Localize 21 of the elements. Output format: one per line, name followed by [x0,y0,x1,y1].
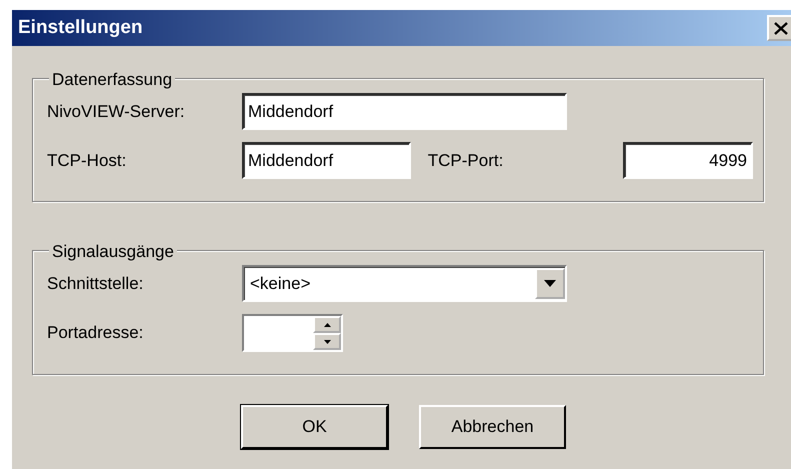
input-field[interactable]: Middendorf [242,142,411,179]
window-title: Einstellungen [18,16,143,40]
field-label: TCP-Host: [47,150,128,172]
input-field[interactable]: 4999 [622,142,753,179]
field-label: Portadresse: [47,322,144,344]
spin-down-button[interactable] [313,333,341,350]
field-label: TCP-Port: [428,150,504,172]
input-field[interactable]: Middendorf [242,93,567,130]
dialog-button[interactable]: OK [241,405,388,449]
field-label: NivoVIEW-Server: [47,100,186,123]
down-arrow-icon [324,340,330,344]
dropdown[interactable]: <keine> [242,265,567,302]
close-icon [774,22,788,34]
up-arrow-icon [324,322,330,326]
dialog-button[interactable]: Abbrechen [419,405,566,449]
spin-field[interactable] [242,314,343,352]
spin-up-button[interactable] [313,316,341,333]
field-label: Schnittstelle: [47,272,144,295]
dropdown-button[interactable] [535,268,565,299]
close-button[interactable] [767,15,791,41]
caret-icon [544,280,556,287]
